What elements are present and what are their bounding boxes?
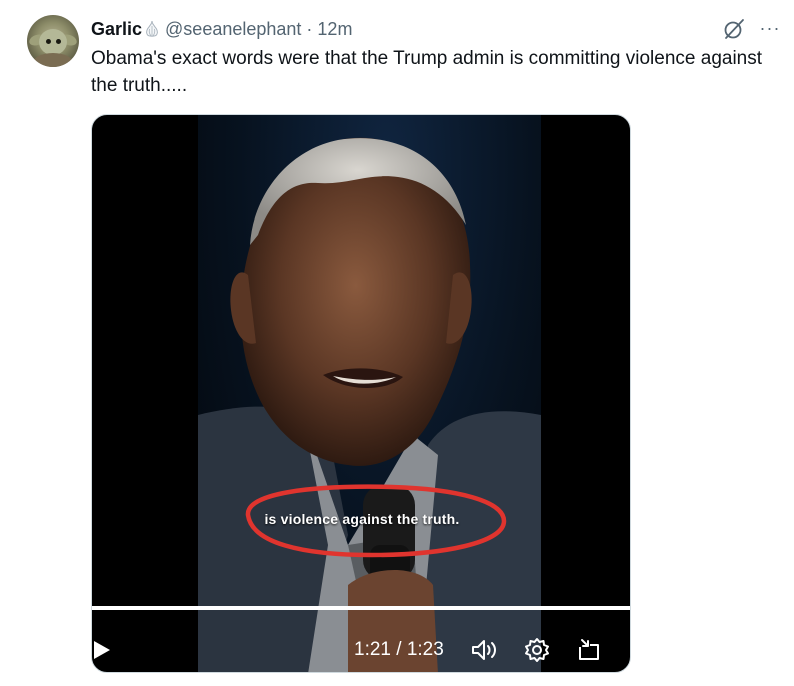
- progress-fill: [92, 606, 620, 610]
- video-still: [198, 137, 541, 672]
- grok-icon[interactable]: [722, 17, 746, 41]
- video-frame[interactable]: [198, 115, 541, 672]
- avatar-face: [39, 29, 67, 55]
- timestamp[interactable]: 12m: [317, 19, 352, 40]
- garlic-icon: [146, 20, 158, 37]
- tweet-text: Obama's exact words were that the Trump …: [91, 48, 763, 96]
- progress-bar[interactable]: [92, 606, 630, 610]
- video-subtitle: is violence against the truth.: [264, 511, 460, 527]
- tweet-header: Garlic @seeanelephant · 12m: [91, 17, 352, 41]
- avatar[interactable]: [27, 15, 79, 67]
- time-readout: 1:21 / 1:23: [354, 639, 444, 660]
- video-controls: 1:21 / 1:23: [92, 625, 630, 672]
- avatar-robe: [33, 53, 73, 67]
- avatar-eye-right: [56, 39, 61, 44]
- separator-dot: ·: [306, 18, 313, 39]
- avatar-eye-left: [46, 39, 51, 44]
- volume-icon[interactable]: [470, 638, 498, 662]
- user-handle[interactable]: @seeanelephant: [165, 19, 301, 40]
- play-icon[interactable]: [92, 639, 112, 661]
- video-player[interactable]: is violence against the truth. 1:21 / 1:…: [91, 114, 631, 673]
- settings-icon[interactable]: [524, 637, 550, 663]
- expand-icon[interactable]: [576, 637, 602, 663]
- more-icon[interactable]: ···: [757, 17, 783, 41]
- display-name[interactable]: Garlic: [91, 19, 142, 40]
